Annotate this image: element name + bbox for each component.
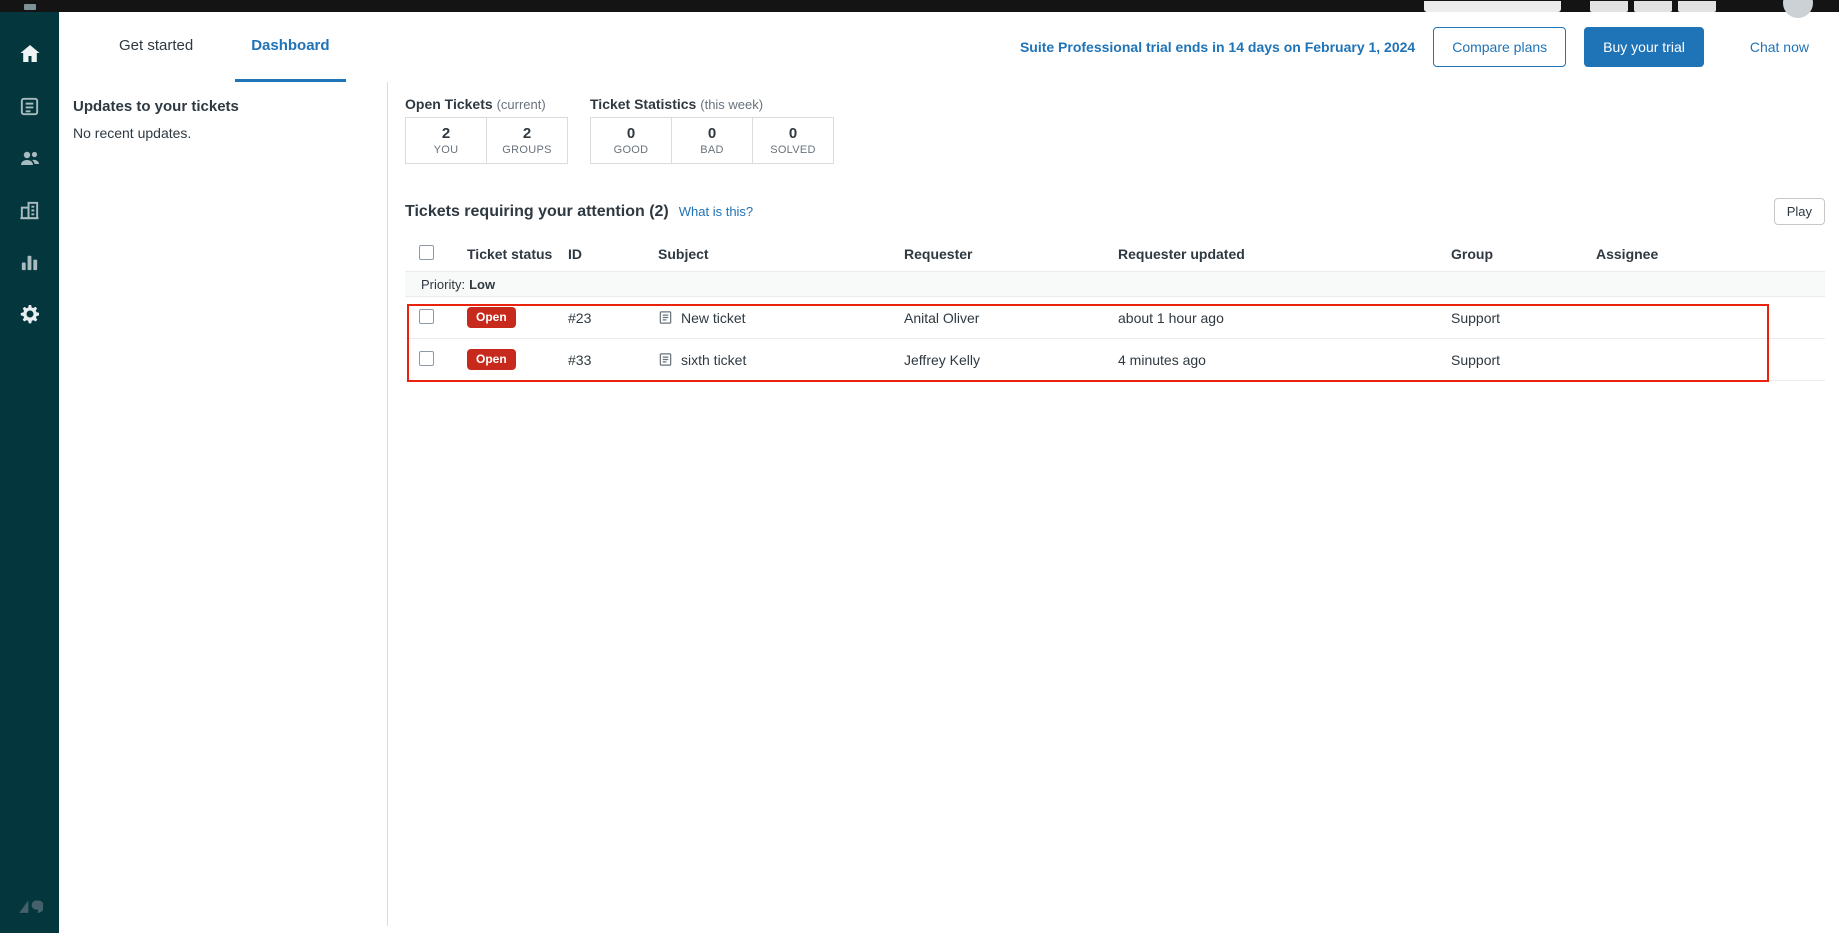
ticket-statistics-sublabel: (this week) [700,97,763,112]
stat-open-groups-label: GROUPS [502,144,551,156]
col-assignee: Assignee [1596,246,1825,262]
stat-open-you[interactable]: 2 YOU [405,117,487,164]
ticket-id: #33 [568,352,658,368]
ticket-statistics-stats: Ticket Statistics (this week) 0 GOOD 0 B… [590,96,834,164]
cutoff-top-strip [0,0,1839,12]
organizations-icon[interactable] [0,184,59,236]
ticket-status-badge: Open [467,307,516,327]
open-tickets-label: Open Tickets [405,96,493,112]
requester-updated: about 1 hour ago [1118,310,1451,326]
cutoff-toolbar-square-3 [1678,1,1716,12]
col-id: ID [568,246,658,262]
col-requester-updated: Requester updated [1118,246,1451,262]
buy-trial-button[interactable]: Buy your trial [1584,27,1704,67]
stat-bad-label: BAD [700,144,724,156]
stat-solved-value: 0 [789,125,797,142]
ticket-doc-icon [658,352,673,367]
what-is-this-link[interactable]: What is this? [679,204,753,219]
chat-now-link[interactable]: Chat now [1750,39,1809,55]
group: Support [1451,310,1596,326]
cutoff-toolbar-button [1424,1,1561,12]
requester: Jeffrey Kelly [904,352,1118,368]
row-checkbox[interactable] [419,309,434,324]
updates-panel: Updates to your tickets No recent update… [59,82,388,926]
stat-good-label: GOOD [614,144,649,156]
updates-panel-title: Updates to your tickets [73,98,373,115]
tab-get-started[interactable]: Get started [103,12,209,82]
attention-section-title: Tickets requiring your attention (2) [405,203,669,221]
views-icon[interactable] [0,80,59,132]
ticket-subject[interactable]: New ticket [681,310,746,326]
open-tickets-stats: Open Tickets (current) 2 YOU 2 GROUPS [405,96,568,164]
updates-panel-empty-text: No recent updates. [73,125,373,141]
compare-plans-button[interactable]: Compare plans [1433,27,1566,67]
stat-solved[interactable]: 0 SOLVED [752,117,834,164]
sidebar-nav [0,0,59,933]
stat-solved-label: SOLVED [770,144,816,156]
row-checkbox[interactable] [419,351,434,366]
dashboard-tabs: Get started Dashboard [59,12,346,82]
stat-good-value: 0 [627,125,635,142]
trial-notice: Suite Professional trial ends in 14 days… [1020,39,1415,55]
cutoff-toolbar-square-1 [1590,1,1628,12]
priority-value: Low [469,277,495,292]
cutoff-icon-fragment [24,4,36,10]
col-requester: Requester [904,246,1118,262]
admin-gear-icon[interactable] [0,288,59,340]
stat-open-you-value: 2 [442,125,450,142]
play-button[interactable]: Play [1774,198,1825,225]
page-header: Get started Dashboard Suite Professional… [59,12,1839,82]
open-tickets-sublabel: (current) [497,97,546,112]
ticket-row[interactable]: Open #23 New ticket Anital Oliver about … [405,297,1825,339]
tab-dashboard[interactable]: Dashboard [235,12,345,82]
open-tickets-stats-title: Open Tickets (current) [405,96,568,112]
stat-open-groups[interactable]: 2 GROUPS [486,117,568,164]
customers-icon[interactable] [0,132,59,184]
tickets-table: Ticket status ID Subject Requester Reque… [405,237,1825,381]
priority-label: Priority: [421,277,465,292]
ticket-doc-icon [658,310,673,325]
stat-open-groups-value: 2 [523,125,531,142]
zendesk-logo[interactable] [0,895,59,921]
stat-bad[interactable]: 0 BAD [671,117,753,164]
col-subject: Subject [658,246,904,262]
ticket-id: #23 [568,310,658,326]
ticket-statistics-title: Ticket Statistics (this week) [590,96,834,112]
ticket-statistics-label: Ticket Statistics [590,96,696,112]
cutoff-toolbar-square-2 [1634,1,1672,12]
dashboard-main: Open Tickets (current) 2 YOU 2 GROUPS Ti… [388,82,1839,933]
ticket-row[interactable]: Open #33 sixth ticket Jeffrey Kelly 4 mi… [405,339,1825,381]
requester-updated: 4 minutes ago [1118,352,1451,368]
select-all-checkbox[interactable] [419,245,434,260]
reporting-icon[interactable] [0,236,59,288]
stat-good[interactable]: 0 GOOD [590,117,672,164]
table-header-row: Ticket status ID Subject Requester Reque… [405,237,1825,271]
col-ticket-status: Ticket status [467,246,568,262]
ticket-subject[interactable]: sixth ticket [681,352,746,368]
ticket-status-badge: Open [467,349,516,369]
col-group: Group [1451,246,1596,262]
requester: Anital Oliver [904,310,1118,326]
priority-group-row: Priority: Low [405,271,1825,297]
stat-open-you-label: YOU [434,144,459,156]
stat-bad-value: 0 [708,125,716,142]
group: Support [1451,352,1596,368]
home-icon[interactable] [0,28,59,80]
